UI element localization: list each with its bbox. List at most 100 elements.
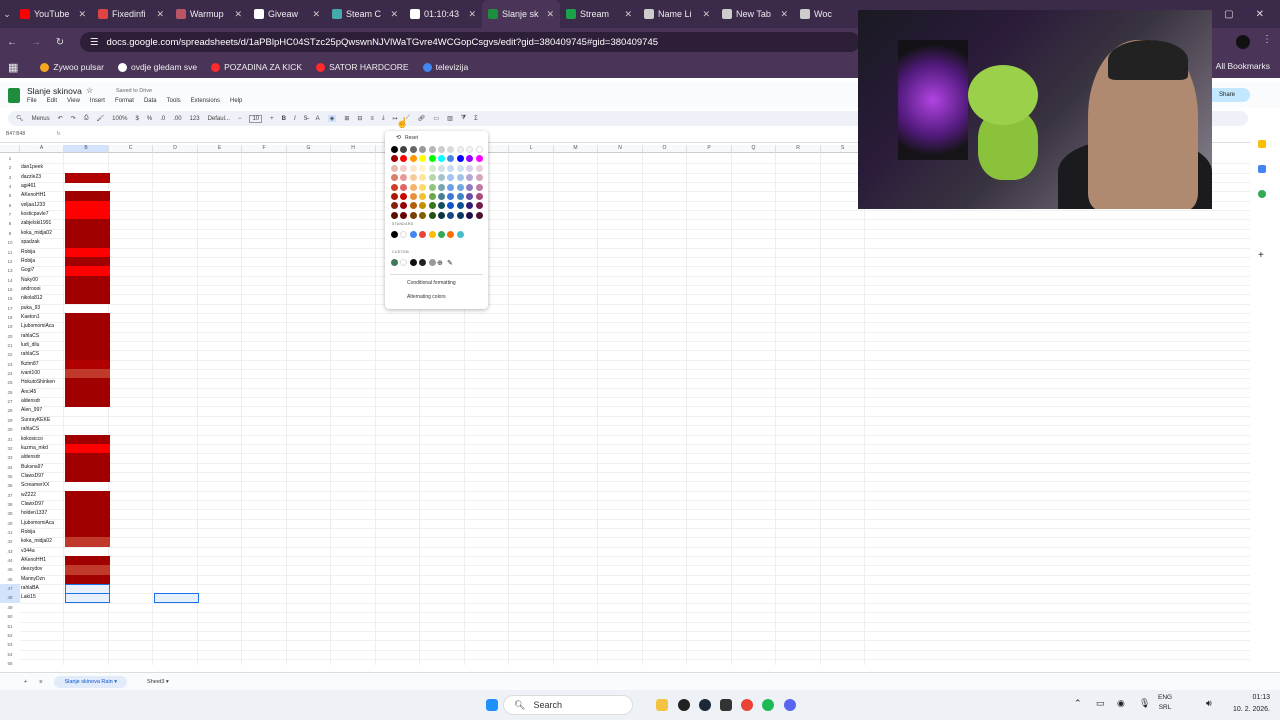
browser-tab[interactable]: Name Li ✕ <box>638 0 716 28</box>
color-swatch[interactable] <box>456 164 464 172</box>
browser-tab[interactable]: Steam C ✕ <box>326 0 404 28</box>
color-swatch[interactable] <box>428 164 436 172</box>
standard-color-swatch[interactable] <box>409 231 417 238</box>
row-header[interactable]: 1 <box>0 154 20 163</box>
color-swatch[interactable] <box>391 193 398 200</box>
menu-item[interactable]: File <box>27 98 37 104</box>
browser-tab[interactable]: Stream ✕ <box>560 0 638 28</box>
color-swatch[interactable] <box>475 193 483 200</box>
cell-a[interactable]: Gogi7 <box>21 266 65 275</box>
color-swatch[interactable] <box>400 211 408 219</box>
row-header[interactable]: 45 <box>0 565 20 574</box>
increase-decimal-button[interactable]: .00 <box>173 116 181 122</box>
color-swatch[interactable] <box>419 146 427 153</box>
cell-a[interactable]: holden1337 <box>21 509 65 518</box>
row-header[interactable]: 36 <box>0 481 20 490</box>
all-sheets-icon[interactable]: ≡ <box>39 679 42 685</box>
cell-b[interactable] <box>65 453 110 464</box>
row-header[interactable]: 32 <box>0 444 20 453</box>
row-header[interactable]: 16 <box>0 294 20 303</box>
column-header[interactable]: N <box>598 145 643 153</box>
color-swatch[interactable] <box>409 174 417 182</box>
menu-item[interactable]: Help <box>230 98 242 104</box>
standard-color-swatch[interactable] <box>428 231 436 238</box>
name-box[interactable]: B47:B48 <box>6 131 25 137</box>
all-bookmarks-button[interactable]: All Bookmarks <box>1216 61 1270 71</box>
font-decrease-icon[interactable]: − <box>238 116 242 122</box>
bold-button[interactable]: B <box>282 116 286 122</box>
italic-button[interactable]: I <box>294 116 296 122</box>
color-swatch[interactable] <box>400 155 408 163</box>
column-header[interactable]: G <box>287 145 331 153</box>
color-swatch[interactable] <box>419 174 427 182</box>
cell-a[interactable]: Robija <box>21 257 65 266</box>
menu-item[interactable]: Extensions <box>191 98 220 104</box>
column-header[interactable]: B <box>64 145 109 153</box>
row-header[interactable]: 33 <box>0 453 20 462</box>
row-header[interactable]: 19 <box>0 322 20 331</box>
custom-color-swatch[interactable] <box>400 259 408 266</box>
cell-a[interactable]: nikola812 <box>21 294 65 303</box>
bookmark-item[interactable]: POZADINA ZA KICK <box>211 62 302 72</box>
row-header[interactable]: 54 <box>0 650 20 659</box>
decrease-decimal-button[interactable]: .0 <box>160 116 165 122</box>
valign-icon[interactable]: ⤓ <box>382 115 385 122</box>
color-swatch[interactable] <box>447 202 455 210</box>
color-swatch[interactable] <box>400 146 408 153</box>
cell-b[interactable] <box>65 266 110 277</box>
app-icon[interactable] <box>720 699 732 711</box>
row-header[interactable]: 5 <box>0 191 20 200</box>
color-swatch[interactable] <box>447 193 455 200</box>
cell-a[interactable]: kokosicco <box>21 435 65 444</box>
color-swatch[interactable] <box>447 155 455 163</box>
print-icon[interactable]: ⎙ <box>84 115 89 122</box>
bookmark-item[interactable]: ovdje gledam sve <box>117 62 197 72</box>
color-swatch[interactable] <box>391 155 398 163</box>
cell-a[interactable]: aldensdr <box>21 453 65 462</box>
row-header[interactable]: 21 <box>0 341 20 350</box>
strikethrough-icon[interactable]: S̶ <box>304 116 308 122</box>
color-swatch[interactable] <box>409 155 417 163</box>
color-swatch[interactable] <box>419 155 427 163</box>
menu-item[interactable]: Insert <box>90 98 105 104</box>
row-header[interactable]: 4 <box>0 182 20 191</box>
spreadsheet-grid[interactable]: ABCDEFGHIJKLMNOPQRS12dan1peek3dazzle234a… <box>0 145 1250 665</box>
sheet-tab[interactable]: Slanje skinova Rain ▾ <box>54 675 128 688</box>
cell-b[interactable] <box>65 565 110 576</box>
paint-format-icon[interactable]: 🖌︎ <box>97 115 105 122</box>
cell-a[interactable]: LjubomomiAca <box>21 519 65 528</box>
color-swatch[interactable] <box>456 155 464 163</box>
close-tab-icon[interactable]: ✕ <box>468 9 476 20</box>
cell-a[interactable]: rahlaBA <box>21 584 65 593</box>
row-header[interactable]: 9 <box>0 229 20 238</box>
cell-b[interactable] <box>65 312 110 323</box>
row-header[interactable]: 48 <box>0 593 20 603</box>
tasks-icon[interactable] <box>1258 190 1266 198</box>
cell-d48-selected[interactable] <box>154 593 199 603</box>
row-header[interactable]: 25 <box>0 378 20 387</box>
cell-a[interactable]: aldensdr <box>21 397 65 406</box>
color-swatch[interactable] <box>466 146 474 153</box>
color-swatch[interactable] <box>466 164 474 172</box>
cell-a[interactable]: dan1peek <box>21 163 65 172</box>
cell-a[interactable]: Robija <box>21 528 65 537</box>
color-swatch[interactable] <box>419 193 427 200</box>
cell-b[interactable] <box>65 547 110 557</box>
cell-a[interactable]: veljaa1233 <box>21 201 65 210</box>
color-swatch[interactable] <box>447 146 455 153</box>
browser-tab[interactable]: YouTube ✕ <box>14 0 92 28</box>
row-header[interactable]: 27 <box>0 397 20 406</box>
color-swatch[interactable] <box>391 164 398 172</box>
cell-a[interactable]: agi461 <box>21 182 65 191</box>
menu-item[interactable]: Edit <box>47 98 57 104</box>
star-icon[interactable]: ☆ <box>86 86 93 95</box>
cell-a[interactable]: Alen_997 <box>21 406 65 415</box>
color-swatch[interactable] <box>428 211 436 219</box>
row-header[interactable]: 44 <box>0 556 20 565</box>
cell-a[interactable]: MannyDzn <box>21 575 65 584</box>
color-swatch[interactable] <box>475 183 483 191</box>
volume-icon[interactable]: 🔊︎ <box>1206 698 1212 709</box>
cell-a[interactable]: wZ222 <box>21 491 65 500</box>
cell-a[interactable]: fkztm87 <box>21 360 65 369</box>
cell-a[interactable]: Kaeton1 <box>21 313 65 322</box>
